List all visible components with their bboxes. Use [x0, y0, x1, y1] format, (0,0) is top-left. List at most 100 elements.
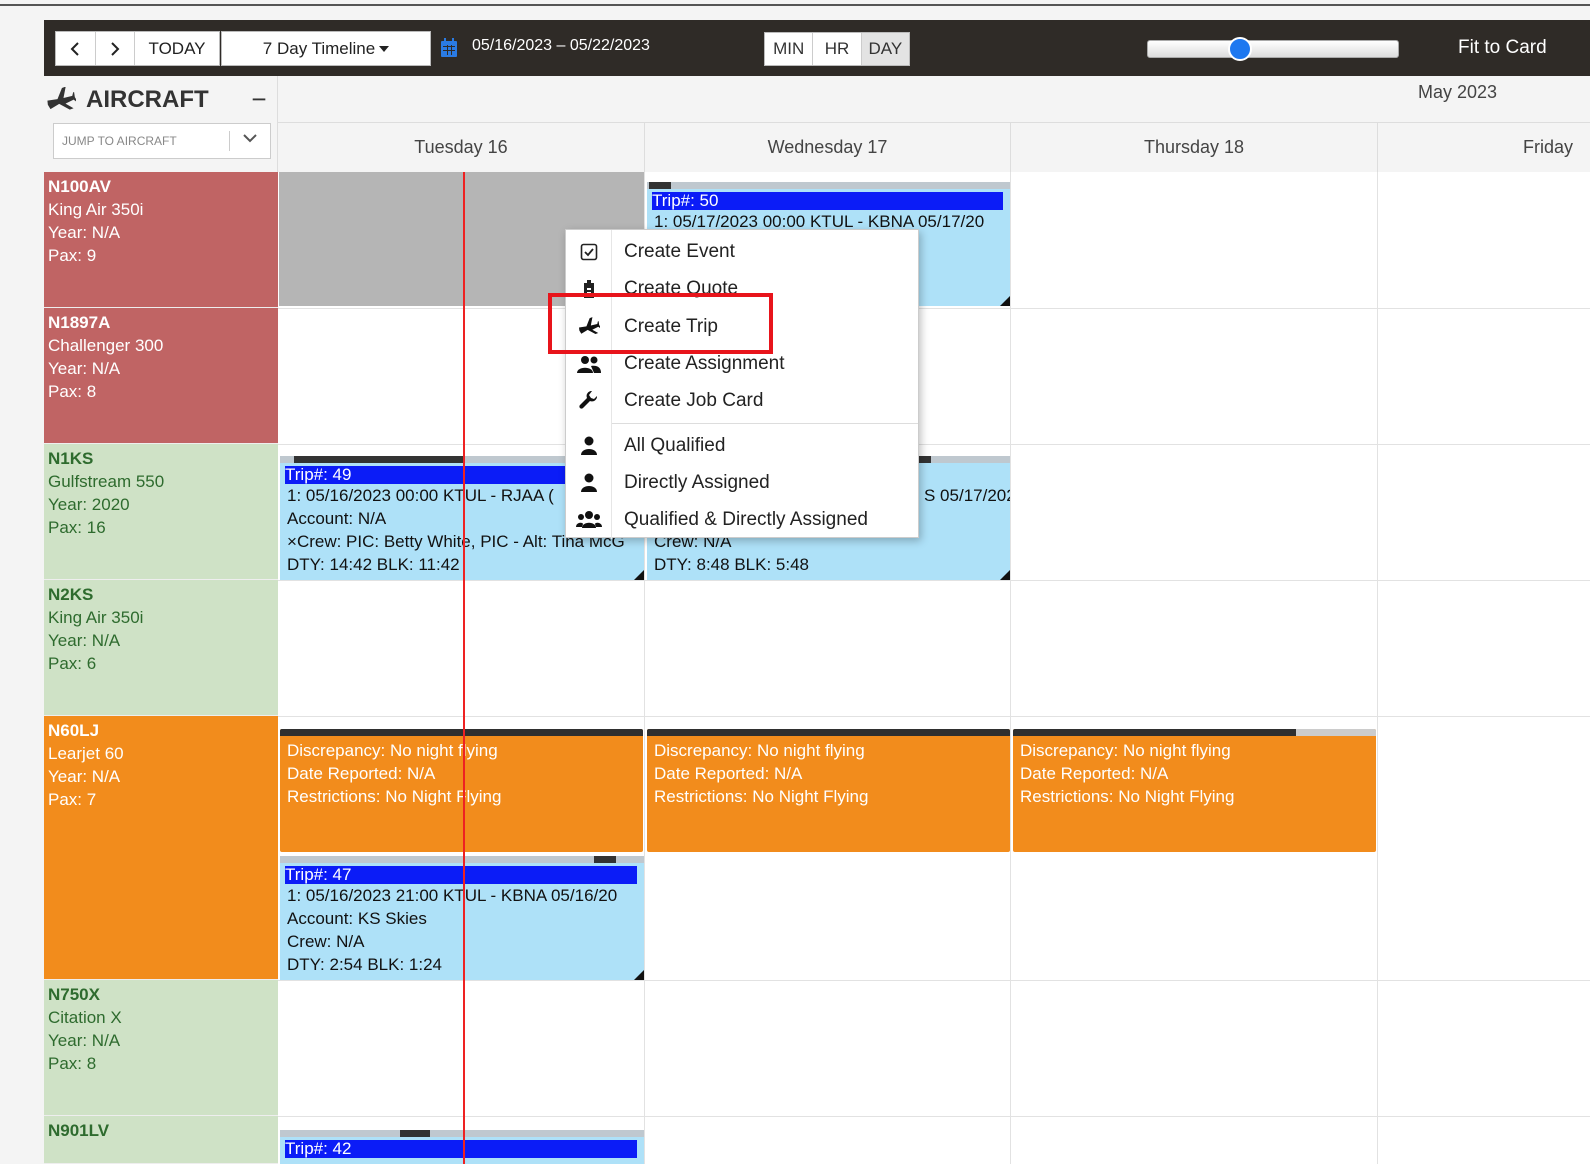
trip-status-bar [280, 856, 644, 863]
aircraft-pax: Pax: 9 [48, 246, 97, 265]
view-select-label: 7 Day Timeline [262, 38, 376, 58]
window-top-border [0, 0, 1590, 6]
menu-item-create-event[interactable]: Create Event [566, 233, 918, 270]
zoom-slider-handle[interactable] [1228, 37, 1252, 61]
row-divider [278, 716, 1590, 717]
trip-status-bar [647, 182, 1010, 189]
menu-item-all-qualified[interactable]: All Qualified [566, 427, 918, 464]
day-header: Wednesday 17 [645, 123, 1011, 172]
aircraft-year: Year: 2020 [48, 495, 130, 514]
zoom-slider[interactable] [1147, 37, 1399, 61]
menu-item-qualified-and-directly-assigned[interactable]: Qualified & Directly Assigned [566, 501, 918, 538]
discrepancy-restrictions: Restrictions: No Night Flying [287, 787, 502, 806]
jump-to-aircraft-input[interactable]: JUMP TO AIRCRAFT [53, 123, 271, 159]
aircraft-tail: N100AV [48, 177, 111, 196]
zoom-hr-button[interactable]: HR [813, 33, 862, 65]
aircraft-pax: Pax: 8 [48, 382, 97, 401]
crew-warning-icon: × [287, 532, 297, 551]
caret-down-icon [379, 45, 390, 52]
menu-divider [612, 423, 918, 424]
aircraft-year: Year: N/A [48, 1031, 121, 1050]
view-select[interactable]: 7 Day Timeline [221, 31, 431, 66]
trip-duty: DTY: 2:54 BLK: 1:24 [287, 955, 442, 974]
row-divider [278, 444, 1590, 445]
airplane-icon [47, 87, 76, 110]
calendar-icon[interactable] [440, 38, 458, 58]
timeline-grid[interactable]: Trip#: 50 1: 05/17/2023 00:00 KTUL - KBN… [278, 172, 1590, 1164]
zoom-day-button[interactable]: DAY [861, 33, 909, 65]
zoom-button-group: MIN HR DAY [764, 32, 910, 66]
calendar-header: May 2023 Tuesday 16 Wednesday 17 Thursda… [278, 76, 1590, 172]
aircraft-pax: Pax: 7 [48, 790, 97, 809]
aircraft-tail: N2KS [48, 585, 94, 604]
discrepancy-status-bar [1013, 729, 1376, 736]
aircraft-row[interactable]: N60LJ Learjet 60 Year: N/A Pax: 7 [44, 716, 278, 980]
aircraft-model: Gulfstream 550 [48, 472, 165, 491]
trip-duty: DTY: 14:42 BLK: 11:42 [287, 555, 460, 574]
aircraft-title: AIRCRAFT [46, 86, 209, 114]
aircraft-tail: N901LV [48, 1121, 110, 1140]
chevron-down-icon[interactable] [242, 133, 258, 143]
discrepancy-status-bar [647, 729, 1010, 736]
menu-item-directly-assigned[interactable]: Directly Assigned [566, 464, 918, 501]
day-divider [1377, 172, 1378, 1164]
wrench-icon [578, 390, 597, 409]
discrepancy-status-bar [280, 729, 643, 736]
aircraft-model: Challenger 300 [48, 336, 164, 355]
zoom-min-button[interactable]: MIN [765, 33, 814, 65]
group-icon [575, 510, 602, 528]
discrepancy-text: Discrepancy: No night flying [654, 741, 865, 760]
aircraft-model: King Air 350i [48, 200, 144, 219]
create-trip-highlight [548, 293, 773, 354]
aircraft-year: Year: N/A [48, 223, 121, 242]
aircraft-tail: N750X [48, 985, 100, 1004]
scheduling-app: TODAY 7 Day Timeline 05/16/2023 – 05/22/… [0, 0, 1590, 1164]
resize-corner-icon[interactable] [634, 570, 644, 580]
discrepancy-text: Discrepancy: No night flying [287, 741, 498, 760]
resize-corner-icon[interactable] [634, 970, 644, 980]
day-header: Tuesday 16 [278, 123, 645, 172]
month-header: May 2023 [278, 76, 1590, 123]
resize-corner-icon[interactable] [1000, 296, 1010, 306]
aircraft-pax: Pax: 16 [48, 518, 106, 537]
row-divider [278, 308, 1590, 309]
user-icon [580, 473, 597, 492]
nav-button-group: TODAY [55, 31, 220, 66]
trip-card[interactable]: Trip#: 42 [280, 1130, 644, 1164]
fit-to-card-button[interactable]: Fit to Card [1458, 37, 1547, 59]
prev-button[interactable] [56, 32, 96, 65]
discrepancy-card[interactable]: Discrepancy: No night flying Date Report… [1013, 729, 1376, 852]
discrepancy-text: Discrepancy: No night flying [1020, 741, 1231, 760]
aircraft-row[interactable]: N2KS King Air 350i Year: N/A Pax: 6 [44, 580, 278, 716]
aircraft-row[interactable]: N750X Citation X Year: N/A Pax: 8 [44, 980, 278, 1116]
trip-leg: 1: 05/16/2023 21:00 KTUL - KBNA 05/16/20 [287, 886, 618, 905]
discrepancy-card[interactable]: Discrepancy: No night flying Date Report… [280, 729, 643, 852]
aircraft-row[interactable]: N1897A Challenger 300 Year: N/A Pax: 8 [44, 308, 278, 444]
menu-item-label: Create Assignment [624, 352, 785, 374]
discrepancy-restrictions: Restrictions: No Night Flying [654, 787, 869, 806]
trip-header: Trip#: 50 [652, 192, 1003, 210]
day-header: Friday [1523, 137, 1574, 157]
aircraft-row[interactable]: N100AV King Air 350i Year: N/A Pax: 9 [44, 172, 278, 308]
aircraft-row[interactable]: N901LV [44, 1116, 278, 1164]
collapse-panel-button[interactable]: − [249, 86, 269, 112]
today-button[interactable]: TODAY [135, 32, 219, 65]
discrepancy-card[interactable]: Discrepancy: No night flying Date Report… [647, 729, 1010, 852]
aircraft-title-label: AIRCRAFT [86, 86, 209, 113]
day-header: Thursday 18 [1011, 123, 1378, 172]
resize-corner-icon[interactable] [1000, 570, 1010, 580]
checkbox-icon [580, 243, 597, 260]
calendar-toolbar: TODAY 7 Day Timeline 05/16/2023 – 05/22/… [44, 20, 1590, 76]
menu-item-create-job-card[interactable]: Create Job Card [566, 382, 918, 419]
date-range[interactable]: 05/16/2023 – 05/22/2023 [472, 37, 650, 55]
aircraft-tail: N1KS [48, 449, 94, 468]
menu-item-label: Directly Assigned [624, 471, 770, 493]
trip-card[interactable]: Trip#: 47 1: 05/16/2023 21:00 KTUL - KBN… [280, 856, 644, 980]
aircraft-row[interactable]: N1KS Gulfstream 550 Year: 2020 Pax: 16 [44, 444, 278, 580]
row-divider [278, 980, 1590, 981]
trip-account: Account: KS Skies [287, 909, 427, 928]
next-button[interactable] [96, 32, 136, 65]
row-divider [278, 1116, 1590, 1117]
jump-to-aircraft-placeholder: JUMP TO AIRCRAFT [62, 134, 177, 148]
aircraft-pax: Pax: 8 [48, 1054, 97, 1073]
